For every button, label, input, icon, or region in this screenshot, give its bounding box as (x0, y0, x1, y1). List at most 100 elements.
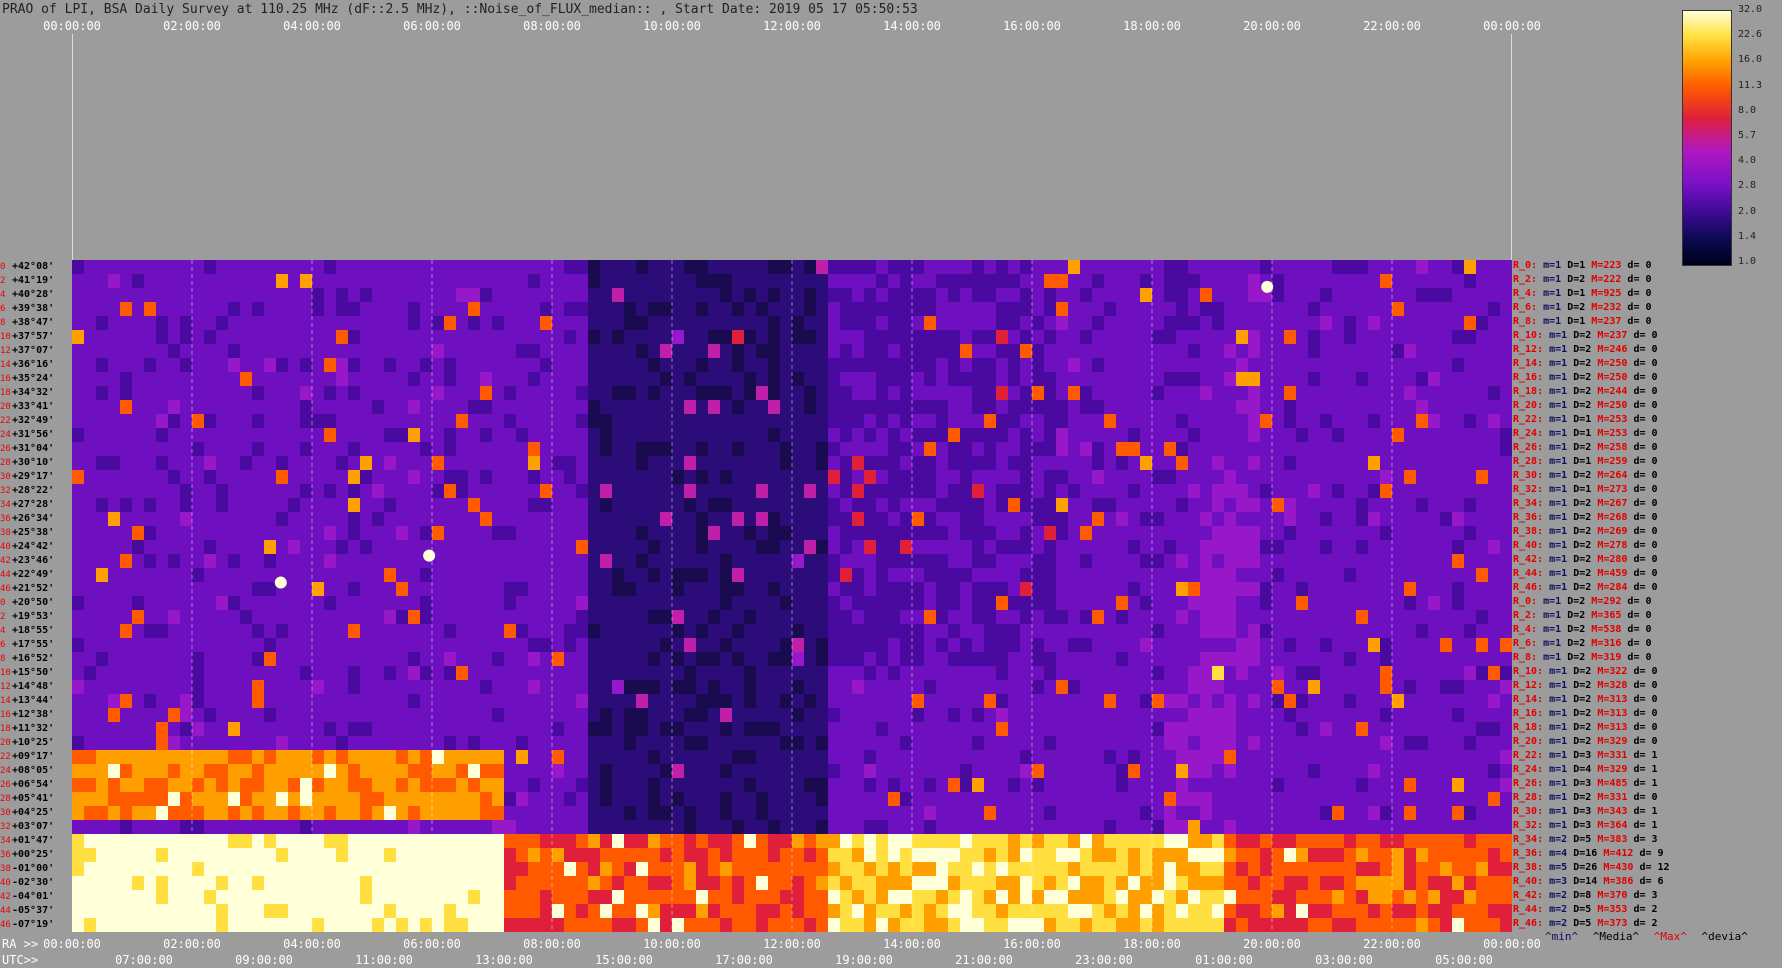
heatmap-cell (1416, 610, 1429, 625)
heatmap-cell (1284, 400, 1297, 415)
heatmap-cell (948, 638, 961, 653)
heatmap-cell (564, 582, 577, 597)
heatmap-cell (768, 764, 781, 779)
heatmap-cell (708, 470, 721, 485)
heatmap-cell (204, 582, 217, 597)
heatmap-cell (336, 456, 349, 471)
heatmap-cell (312, 750, 325, 765)
heatmap-cell (1356, 610, 1369, 625)
heatmap-cell (876, 442, 889, 457)
heatmap-cell (72, 470, 85, 485)
heatmap-cell (648, 358, 661, 373)
heatmap-cell (984, 414, 997, 429)
heatmap-cell (1284, 484, 1297, 499)
heatmap-cell (168, 820, 181, 835)
heatmap-cell (516, 358, 529, 373)
heatmap-cell (732, 624, 745, 639)
heatmap-cell (1164, 274, 1177, 289)
heatmap-cell (672, 484, 685, 499)
heatmap-cell (156, 820, 169, 835)
heatmap-cell (288, 708, 301, 723)
heatmap-cell (672, 428, 685, 443)
heatmap-cell (840, 344, 853, 359)
heatmap-cell (996, 596, 1009, 611)
heatmap-cell (504, 624, 517, 639)
heatmap-cell (1404, 624, 1417, 639)
heatmap-cell (1428, 372, 1441, 387)
heatmap-cell (564, 386, 577, 401)
heatmap-cell (1104, 610, 1117, 625)
heatmap-cell (336, 316, 349, 331)
heatmap-cell (1188, 736, 1201, 751)
heatmap-cell (96, 596, 109, 611)
heatmap-cell (1476, 778, 1489, 793)
heatmap-cell (1044, 638, 1057, 653)
heatmap-cell (948, 722, 961, 737)
heatmap-cell (912, 386, 925, 401)
heatmap-cell (372, 708, 385, 723)
heatmap-cell (72, 484, 85, 499)
heatmap-cell (1176, 456, 1189, 471)
heatmap-cell (1152, 526, 1165, 541)
heatmap-cell (552, 260, 565, 275)
heatmap-cell (624, 610, 637, 625)
heatmap-cell (672, 722, 685, 737)
heatmap-cell (780, 750, 793, 765)
heatmap-cell (1152, 638, 1165, 653)
heatmap-cell (1488, 386, 1501, 401)
heatmap-cell (540, 330, 553, 345)
heatmap-cell (1368, 540, 1381, 555)
heatmap-cell (696, 260, 709, 275)
heatmap-cell (564, 526, 577, 541)
heatmap-cell (300, 680, 313, 695)
heatmap-cell (384, 596, 397, 611)
heatmap-cell (1272, 260, 1285, 275)
heatmap-cell (588, 638, 601, 653)
heatmap-cell (1368, 358, 1381, 373)
heatmap-cell (708, 288, 721, 303)
heatmap-cell (852, 316, 865, 331)
heatmap-cell (204, 820, 217, 835)
heatmap-cell (1248, 722, 1261, 737)
heatmap-cell (1248, 778, 1261, 793)
heatmap-cell (780, 484, 793, 499)
heatmap-cell (1056, 722, 1069, 737)
heatmap-cell (228, 344, 241, 359)
heatmap-cell (720, 442, 733, 457)
heatmap-cell (924, 610, 937, 625)
heatmap-cell (1116, 470, 1129, 485)
heatmap-cell (528, 638, 541, 653)
heatmap-cell (816, 358, 829, 373)
heatmap-cell (744, 442, 757, 457)
heatmap-cell (840, 400, 853, 415)
heatmap-cell (336, 372, 349, 387)
heatmap-cell (900, 274, 913, 289)
heatmap-cell (1392, 372, 1405, 387)
heatmap-cell (228, 428, 241, 443)
heatmap-cell (456, 316, 469, 331)
heatmap-cell (1440, 386, 1453, 401)
heatmap-cell (984, 806, 997, 821)
heatmap-cell (324, 316, 337, 331)
heatmap-cell (1092, 526, 1105, 541)
heatmap-cell (144, 414, 157, 429)
heatmap-cell (1140, 750, 1153, 765)
heatmap-cell (264, 288, 277, 303)
heatmap-cell (1020, 708, 1033, 723)
heatmap-cell (504, 638, 517, 653)
heatmap-cell (1188, 302, 1201, 317)
heatmap-cell (828, 274, 841, 289)
heatmap-cell (72, 680, 85, 695)
heatmap-cell (792, 540, 805, 555)
heatmap-cell (144, 484, 157, 499)
heatmap-cell (984, 428, 997, 443)
heatmap-cell (900, 792, 913, 807)
heatmap-cell (672, 806, 685, 821)
heatmap-cell (1296, 736, 1309, 751)
heatmap-cell (804, 512, 817, 527)
heatmap-cell (480, 652, 493, 667)
heatmap-cell (720, 498, 733, 513)
row-index: 30 (0, 472, 11, 482)
heatmap-cell (876, 470, 889, 485)
heatmap-cell (1176, 372, 1189, 387)
